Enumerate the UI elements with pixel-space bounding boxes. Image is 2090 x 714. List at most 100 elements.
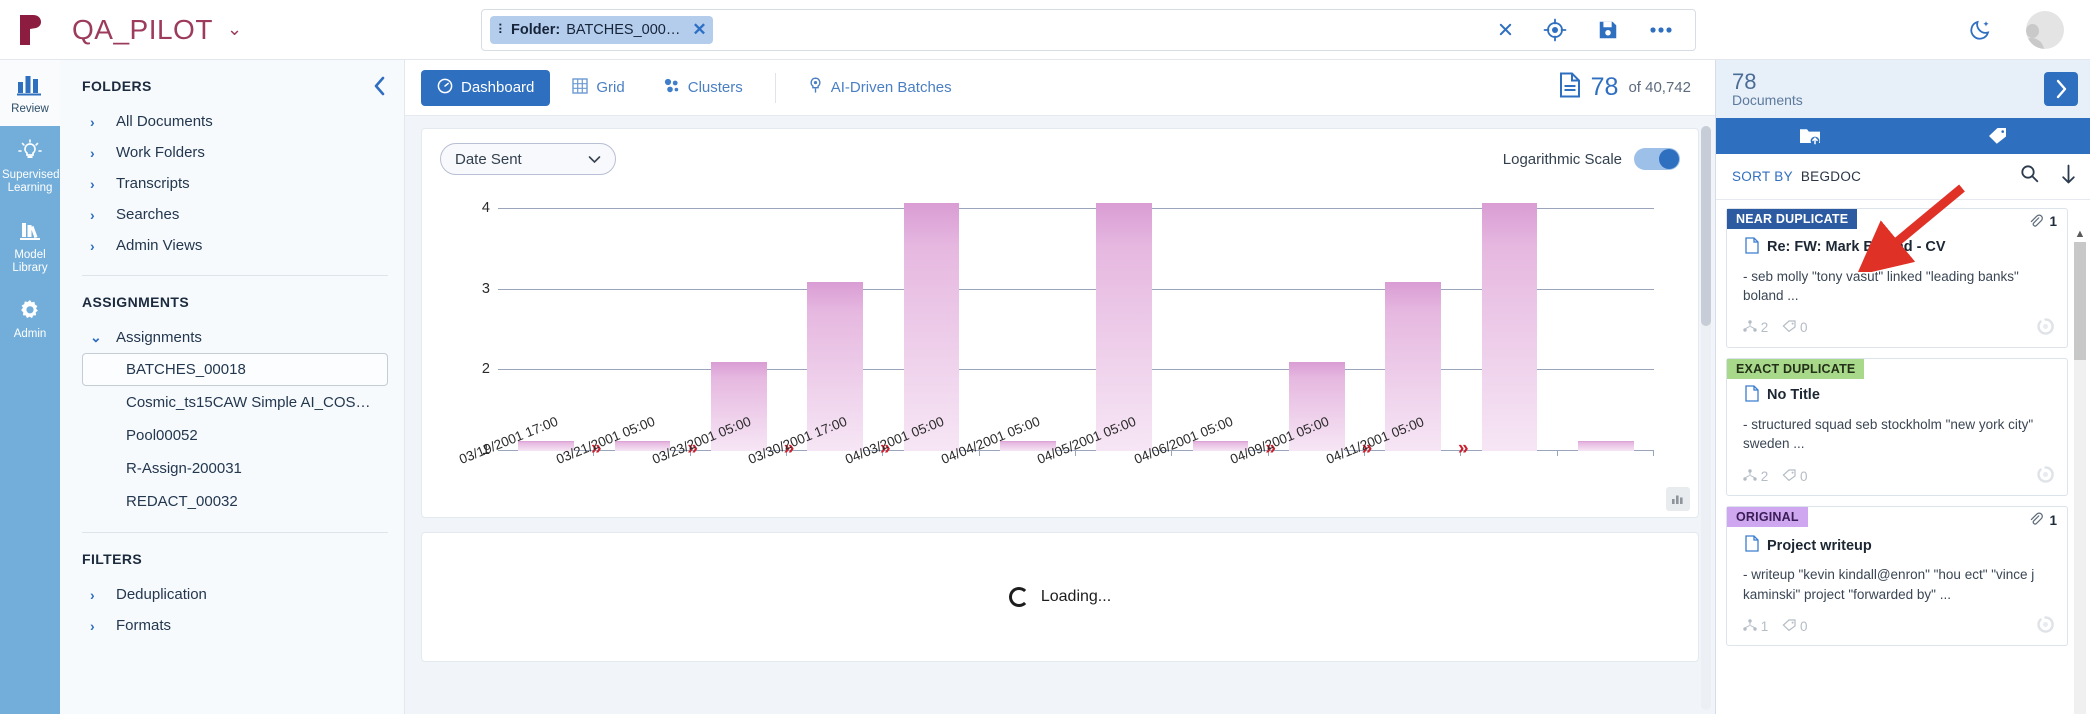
sidebar-item-admin[interactable]: Admin <box>0 285 60 351</box>
scrollbar-thumb[interactable] <box>1701 126 1711 326</box>
field-select[interactable]: Date Sent <box>440 143 616 175</box>
bar[interactable] <box>1481 203 1538 451</box>
filter-item-deduplication[interactable]: › Deduplication <box>82 579 388 610</box>
document-card[interactable]: ORIGINAL 1 Project writeup - writeup "kevin… <box>1726 506 2068 647</box>
folder-item-admin-views[interactable]: › Admin Views <box>82 230 388 261</box>
assignment-item-batches-00018[interactable]: BATCHES_00018 <box>82 353 388 386</box>
filters-heading: FILTERS <box>82 551 143 567</box>
documents-panel-toolbar <box>1716 117 2090 154</box>
books-icon <box>2 218 58 244</box>
document-card[interactable]: EXACT DUPLICATE No Title - structured squa… <box>1726 357 2068 497</box>
more-options-icon[interactable] <box>1649 26 1673 34</box>
assignment-item-cosmic[interactable]: Cosmic_ts15CAW Simple AI_COS… <box>82 386 388 419</box>
lightbulb-icon <box>2 138 58 164</box>
sidebar-item-review[interactable]: Review <box>0 60 60 127</box>
folder-item-work-folders[interactable]: › Work Folders <box>82 137 388 168</box>
sidebar-item-label: Admin <box>13 328 47 341</box>
document-title[interactable]: Project writeup <box>1727 529 2067 556</box>
filter-item-formats[interactable]: › Formats <box>82 610 388 641</box>
status-badge: ORIGINAL <box>1727 507 1808 528</box>
bar-slot <box>787 193 884 456</box>
sort-descending-icon[interactable] <box>2061 164 2076 189</box>
assignment-item-redact-00032[interactable]: REDACT_00032 <box>82 485 388 518</box>
bar-slot <box>498 193 595 456</box>
chevron-right-icon: › <box>90 586 95 603</box>
document-icon <box>1745 385 1759 406</box>
near-dupe-cluster-icon[interactable] <box>2036 317 2055 339</box>
tab-ai-driven-batches[interactable]: AI-Driven Batches <box>792 69 968 106</box>
bar[interactable] <box>903 203 960 451</box>
folders-heading: FOLDERS <box>82 78 152 94</box>
bar-chart: 1 2 3 4»»»»»»» 03/19/2001 17:00 03/21/2001 0… <box>440 189 1680 489</box>
log-scale-toggle[interactable] <box>1634 148 1680 170</box>
panel-count-label: Documents <box>1732 92 1803 109</box>
gear-icon <box>2 297 58 323</box>
folders-panel: FOLDERS › All Documents › Work Folders ›… <box>60 60 405 714</box>
folder-item-transcripts[interactable]: › Transcripts <box>82 168 388 199</box>
panel-count-value: 78 <box>1732 69 1757 94</box>
card-header: NEAR DUPLICATE 1 <box>1727 208 2067 231</box>
workspace-selector[interactable]: QA_PILOT ⌄ <box>60 14 242 46</box>
chevron-right-icon: › <box>90 144 95 161</box>
sidebar-item-supervised-learning[interactable]: Supervised Learning <box>0 126 60 205</box>
document-title[interactable]: No Title <box>1727 379 2067 406</box>
tab-label: Dashboard <box>461 79 535 96</box>
search-box[interactable]: ⠇ Folder: BATCHES_000… ✕ <box>480 8 1696 51</box>
document-card-footer: 2 0 <box>1727 454 2067 487</box>
document-snippet: - seb molly "tony vasut" linked "leading… <box>1743 268 2019 304</box>
near-dupe-cluster-icon[interactable] <box>2036 465 2055 487</box>
collapse-panel-button[interactable] <box>373 76 386 102</box>
grid-icon <box>572 77 589 98</box>
assignment-item-pool00052[interactable]: Pool00052 <box>82 419 388 452</box>
document-list[interactable]: NEAR DUPLICATE 1 Re: FW: Mark Boland - CV -… <box>1716 200 2090 714</box>
lightbulb-pin-icon <box>808 77 823 98</box>
document-title[interactable]: Re: FW: Mark Boland - CV <box>1727 231 2067 258</box>
save-search-icon[interactable] <box>1597 19 1619 41</box>
folder-filter-chip[interactable]: ⠇ Folder: BATCHES_000… ✕ <box>489 15 713 44</box>
app-logo[interactable] <box>0 0 60 60</box>
bar-slot <box>1172 193 1269 456</box>
scroll-up-arrow-icon[interactable]: ▲ <box>2074 228 2086 240</box>
attachment-count: 1 <box>2028 209 2067 231</box>
bar-slot <box>1461 193 1558 456</box>
tag-icon[interactable] <box>1903 118 2090 154</box>
sidebar-item-label: Review <box>11 103 49 115</box>
bar-chart-icon <box>2 72 58 98</box>
assignments-group[interactable]: ⌄ Assignments <box>82 322 388 353</box>
document-list-scrollbar[interactable]: ▲ <box>2074 228 2086 714</box>
document-snippet: - structured squad seb stockholm "new yo… <box>1743 416 2034 452</box>
paperclip-icon <box>2028 511 2044 529</box>
target-locate-icon[interactable] <box>1543 18 1567 42</box>
close-icon[interactable]: ✕ <box>692 20 706 40</box>
scrollbar-thumb[interactable] <box>2074 242 2086 360</box>
dashboard-scrollbar[interactable] <box>1701 126 1711 710</box>
sidebar-item-label: Model Library <box>12 248 48 274</box>
bar[interactable] <box>1096 203 1153 451</box>
chart-type-toggle-button[interactable] <box>1666 487 1690 511</box>
tag-count: 0 <box>1782 320 1808 335</box>
assignment-item-r-assign-200031[interactable]: R-Assign-200031 <box>82 452 388 485</box>
expand-panel-button[interactable] <box>2044 71 2078 106</box>
bar-slot <box>691 193 787 456</box>
sidebar-item-model-library[interactable]: Model Library <box>0 206 60 285</box>
folder-item-searches[interactable]: › Searches <box>82 199 388 230</box>
document-card[interactable]: NEAR DUPLICATE 1 Re: FW: Mark Boland - CV -… <box>1726 207 2068 348</box>
clear-search-icon[interactable] <box>1498 22 1513 37</box>
chevron-down-icon: ⌄ <box>90 329 102 345</box>
bar-group <box>498 193 1654 456</box>
folder-upload-icon[interactable] <box>1716 118 1903 154</box>
tab-grid[interactable]: Grid <box>556 70 640 106</box>
sort-by-value[interactable]: BEGDOC <box>1801 169 1861 184</box>
folder-item-all-documents[interactable]: › All Documents <box>82 106 388 137</box>
avatar[interactable] <box>2026 10 2064 49</box>
chevron-down-icon <box>588 151 601 168</box>
dark-mode-icon[interactable] <box>1968 18 1992 42</box>
y-axis-tick: 2 <box>481 361 490 378</box>
search-icon[interactable] <box>2020 164 2039 188</box>
plot-area: 1 2 3 4»»»»»»» <box>482 193 1654 459</box>
dashboard-scroll-area: Date Sent Logarithmic Scale 1 2 3 4 » » … <box>405 116 1715 714</box>
tab-dashboard[interactable]: Dashboard <box>421 69 551 106</box>
tab-clusters[interactable]: Clusters <box>647 69 759 106</box>
near-dupe-cluster-icon[interactable] <box>2036 615 2055 637</box>
bar[interactable] <box>1577 440 1634 451</box>
